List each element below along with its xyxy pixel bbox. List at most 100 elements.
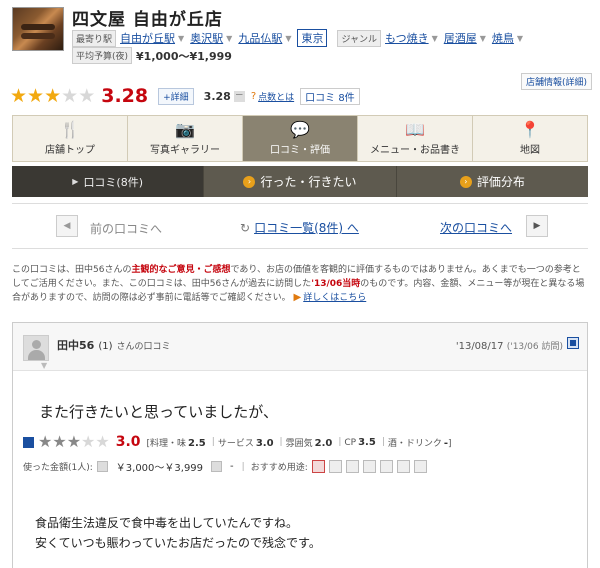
genre-label: ジャンル [337, 29, 382, 47]
next-review-link[interactable]: 次の口コミへ [440, 219, 512, 236]
main-tabs: 🍴 店舗トップ 📷 写真ギャラリー 💬 口コミ・評価 📖 メニュー・お品書き 📍… [12, 115, 588, 162]
post-date: '13/08/17 [455, 341, 504, 352]
sub-score-cp: CP 3.5 [344, 437, 375, 448]
shop-meta-row: 最寄り駅 自由が丘駅 ▼ 奥沢駅 ▼ 九品仏駅 ▼ 東京 ジャンル もつ焼き ▼ 居酒屋… [72, 29, 529, 47]
tab-label: メニュー・お品書き [370, 144, 460, 156]
subtab-label: 口コミ(8件) [83, 175, 144, 189]
solo-icon [362, 460, 376, 473]
visit-date: ('13/06 訪問) [506, 342, 563, 352]
tab-map[interactable]: 📍 地図 [473, 116, 587, 161]
banquet-icon [396, 460, 410, 473]
review-subtabs: ▶ 口コミ(8件) › 行った・行きたい › 評価分布 [12, 166, 588, 197]
subtab-visited[interactable]: › 行った・行きたい [204, 166, 397, 197]
review-list-link-wrap: ↻ 口コミ一覧(8件) へ [240, 219, 359, 236]
genre-link-0[interactable]: もつ焼き [385, 30, 429, 46]
subtab-reviews[interactable]: ▶ 口コミ(8件) [12, 166, 205, 197]
sub-score-label: 酒・ドリンク [387, 438, 442, 449]
nearest-station-label: 最寄り駅 [72, 29, 117, 47]
star-empty-icon: ★ [81, 432, 96, 451]
score-detail-button[interactable]: +詳細 [158, 87, 194, 105]
speech-bubble-icon: 💬 [290, 119, 310, 139]
refresh-icon: ↻ [240, 221, 251, 235]
divider: | [279, 437, 283, 447]
divider: | [381, 437, 385, 447]
chevron-down-icon: ▼ [41, 361, 48, 370]
genre-link-1[interactable]: 居酒屋 [444, 30, 477, 46]
subtab-distribution[interactable]: › 評価分布 [397, 166, 588, 197]
review-title: また行きたいと思っていましたが、 [39, 403, 278, 421]
review-score: 3.0 [115, 434, 141, 450]
sub-score-label: CP [344, 437, 357, 448]
sub-score-food: [料理・味 2.5 [147, 436, 206, 449]
lunch-spend: - [230, 461, 234, 472]
star-empty-icon: ★ [78, 84, 96, 107]
chevron-down-icon: ▼ [516, 33, 524, 43]
spend-row: 使った金額(1人): ￥3,000～￥3,999 - | おすすめ用途: [23, 459, 431, 474]
prev-review-label: 前の口コミへ [90, 222, 163, 236]
reviewer-suffix: さんの口コミ [116, 342, 171, 352]
sub-score-drink: 酒・ドリンク -] [388, 436, 452, 449]
night-rating-icon [23, 436, 34, 448]
group-icon [379, 460, 393, 473]
review-disclaimer: この口コミは、田中56さんの主観的なご意見・ご感想であり、お店の価値を客観的に評… [12, 263, 588, 305]
tab-label: 写真ギャラリー [150, 144, 220, 156]
more-details-link[interactable]: 詳しくはこちら [303, 293, 366, 303]
family-icon [311, 460, 325, 473]
shop-thumbnail[interactable] [12, 7, 64, 51]
shop-name: 四文屋 自由が丘店 [72, 10, 223, 30]
star-icon: ★ [10, 84, 28, 107]
tab-reviews[interactable]: 💬 口コミ・評価 [243, 116, 358, 161]
prev-arrow-button[interactable]: ◀ [56, 215, 78, 237]
sub-score-value: 2.0 [314, 437, 333, 449]
tab-shop-top[interactable]: 🍴 店舗トップ [13, 116, 128, 161]
star-icon: ★ [66, 432, 82, 451]
chevron-down-icon: ▼ [226, 33, 233, 43]
shop-header: 四文屋 自由が丘店 最寄り駅 自由が丘駅 ▼ 奥沢駅 ▼ 九品仏駅 ▼ 東京 ジャンル… [0, 0, 600, 90]
budget-value: ¥1,000～¥1,999 [136, 49, 232, 63]
chevron-down-icon: ▼ [178, 33, 185, 43]
triangle-right-icon: ▶ [293, 292, 302, 303]
budget-label: 平均予算(夜) [72, 47, 133, 64]
bookmark-icon[interactable] [567, 337, 579, 349]
disclaimer-text: この口コミは、田中56さんの [12, 265, 132, 275]
review-pager: ◀ 前の口コミへ ↻ 口コミ一覧(8件) へ 次の口コミへ ▶ [12, 203, 588, 249]
station-link-0[interactable]: 自由が丘駅 [120, 30, 175, 46]
arrow-circle-icon: › [243, 175, 256, 188]
review-body-line: 食品衛生法違反で食中毒を出していたんですね。 [35, 516, 299, 530]
subtab-label: 評価分布 [476, 175, 525, 189]
reviewer-name[interactable]: 田中56 [57, 339, 94, 352]
rating-row: ★ ★ ★ ★ ★ 3.28 +詳細 3.28 － ? 点数とは 口コミ 8件 [10, 85, 360, 107]
station-link-2[interactable]: 九品仏駅 [238, 30, 282, 46]
business-icon [345, 460, 359, 473]
tab-photo-gallery[interactable]: 📷 写真ギャラリー [128, 116, 243, 161]
reviewer-line: 田中56 (1) さんの口コミ [57, 337, 171, 353]
minus-badge: － [233, 90, 245, 102]
star-empty-icon: ★ [61, 84, 79, 107]
review-card: 田中56 (1) さんの口コミ '13/08/17 ('13/06 訪問) ▼ また… [12, 322, 588, 568]
sub-score-label: 雰囲気 [285, 438, 313, 449]
spend-amount: ￥3,000～￥3,999 [115, 463, 204, 474]
score-info-link[interactable]: 点数とは [258, 90, 294, 103]
review-body: 食品衛生法違反で食中毒を出していたんですね。 安くていつも賑わっていたお店だった… [35, 513, 321, 553]
genre-link-2[interactable]: 焼鳥 [492, 30, 514, 46]
arrow-circle-icon: › [459, 175, 472, 188]
area-badge[interactable]: 東京 [297, 29, 328, 47]
tab-label: 地図 [520, 144, 540, 156]
chevron-down-icon: ▼ [285, 33, 292, 43]
sub-score-label: サービス [217, 438, 254, 449]
chevron-down-icon: ▼ [479, 33, 486, 43]
sun-icon [211, 461, 223, 472]
station-link-1[interactable]: 奥沢駅 [190, 30, 223, 46]
sub-score-label: [料理・味 [146, 438, 187, 449]
store-info-button[interactable]: 店舗情報(詳細) [520, 73, 592, 90]
next-arrow-button[interactable]: ▶ [526, 215, 548, 237]
review-count-link[interactable]: 口コミ 8件 [300, 87, 360, 105]
review-list-link[interactable]: 口コミ一覧(8件) へ [254, 221, 359, 235]
takeout-icon [413, 460, 427, 473]
triangle-right-icon: ▶ [72, 177, 79, 186]
sub-score-atmosphere: 雰囲気 2.0 [286, 436, 333, 449]
tab-label: 店舗トップ [45, 144, 95, 156]
avatar[interactable] [23, 335, 49, 361]
tab-menu[interactable]: 📖 メニュー・お品書き [358, 116, 473, 161]
camera-icon: 📷 [175, 119, 195, 139]
